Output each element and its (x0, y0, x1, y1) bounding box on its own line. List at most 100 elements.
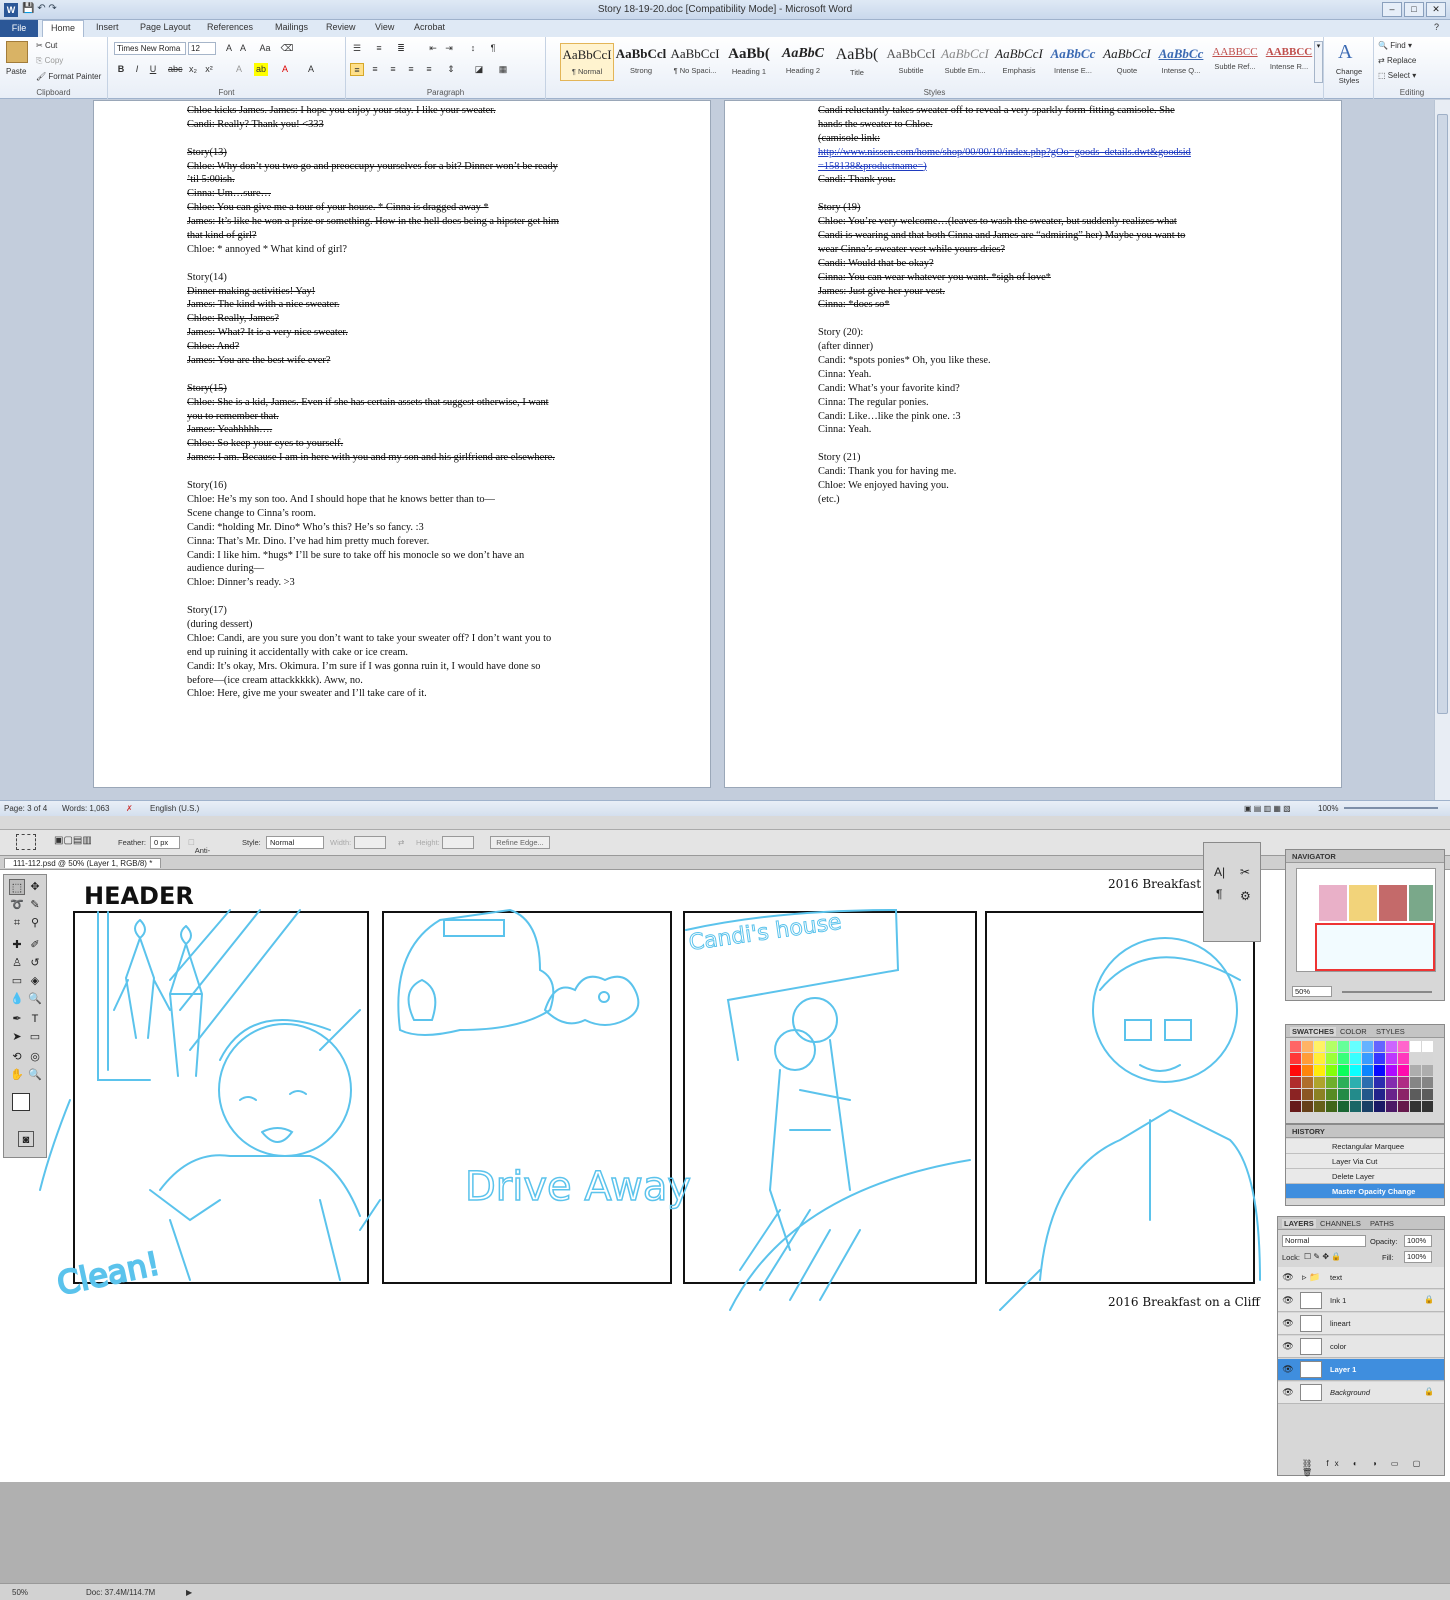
doc-line[interactable]: Chloe: And? (187, 340, 559, 354)
document-size[interactable]: Doc: 37.4M/114.7M (86, 1588, 155, 1597)
eraser-tool-icon[interactable]: ▭ (9, 973, 25, 989)
cut-button[interactable]: ✂ Cut (36, 41, 57, 50)
tab-page-layout[interactable]: Page Layout (140, 22, 191, 32)
color-swatch[interactable] (1362, 1077, 1373, 1088)
style-subtle-reference[interactable]: AABBCC Subtle Ref... (1208, 43, 1262, 81)
tab-file[interactable]: File (0, 20, 38, 37)
swatch-grid[interactable] (1290, 1041, 1436, 1119)
minimize-button[interactable]: – (1382, 2, 1402, 17)
foreground-color-swatch[interactable] (12, 1093, 30, 1111)
color-swatch[interactable] (1386, 1053, 1397, 1064)
tab-references[interactable]: References (207, 22, 253, 32)
color-swatch[interactable] (1350, 1065, 1361, 1076)
doc-line[interactable]: Chloe: So keep your eyes to yourself. (187, 437, 559, 451)
doc-line[interactable]: Chloe: Here, give me your sweater and I’… (187, 687, 559, 701)
color-swatch[interactable] (1422, 1089, 1433, 1100)
doc-line[interactable]: Chloe: Why don’t you two go and preoccup… (187, 160, 559, 174)
lasso-tool-icon[interactable]: ➰ (9, 897, 25, 913)
decrease-indent-icon[interactable]: ⇤ (426, 42, 440, 55)
layer-actions-icons[interactable]: ⛓ fx ◐ ◑ ▭ ▢ 🗑 (1302, 1459, 1444, 1477)
doc-line[interactable]: James: Just give her your vest. (818, 285, 1191, 299)
tools-preset-icon[interactable]: ✂ (1240, 865, 1250, 879)
navigator-zoom[interactable]: 50% (1292, 986, 1332, 997)
history-item[interactable]: Layer Via Cut (1286, 1154, 1444, 1169)
change-case-icon[interactable]: Aa (258, 42, 272, 55)
tab-styles[interactable]: STYLES (1376, 1027, 1405, 1036)
color-swatch[interactable] (1386, 1101, 1397, 1112)
doc-line[interactable]: James: I am. Because I am in here with y… (187, 451, 559, 465)
language[interactable]: English (U.S.) (150, 804, 199, 813)
doc-line[interactable]: before—(ice cream attackkkkk). Aww, no. (187, 674, 559, 688)
color-swatch[interactable] (1422, 1101, 1433, 1112)
color-swatch[interactable] (1362, 1065, 1373, 1076)
color-swatch[interactable] (1326, 1041, 1337, 1052)
document-area[interactable]: Chloe kicks James. James: I hope you enj… (0, 100, 1450, 800)
multilevel-list-icon[interactable]: ≣ (394, 42, 408, 55)
color-swatch[interactable] (1386, 1089, 1397, 1100)
color-swatch[interactable] (1422, 1041, 1433, 1052)
color-swatch[interactable] (1410, 1053, 1421, 1064)
doc-line[interactable] (818, 312, 1191, 326)
zoom-tool-icon[interactable]: 🔍 (27, 1067, 43, 1083)
blend-mode-select[interactable]: Normal (1282, 1235, 1366, 1247)
navigator-preview[interactable] (1296, 868, 1436, 972)
anti-alias-checkbox[interactable]: ☐ Anti-alias (188, 838, 210, 864)
tab-acrobat[interactable]: Acrobat (414, 22, 445, 32)
tab-channels[interactable]: CHANNELS (1320, 1219, 1361, 1228)
visibility-eye-icon[interactable]: 👁 (1282, 1363, 1294, 1375)
align-right-icon[interactable]: ≡ (386, 63, 400, 76)
doc-line[interactable]: Chloe: You can give me a tour of your ho… (187, 201, 559, 215)
italic-icon[interactable]: I (130, 63, 144, 76)
path-select-icon[interactable]: ➤ (9, 1029, 25, 1045)
layer-row[interactable]: 👁 Background 🔒 (1278, 1382, 1444, 1404)
brush-tool-icon[interactable]: ✐ (27, 937, 43, 953)
quick-mask-icon[interactable]: ◙ (18, 1131, 34, 1147)
color-swatch[interactable] (1410, 1041, 1421, 1052)
zoom-level[interactable]: 100% (1318, 804, 1338, 813)
color-swatch[interactable] (1398, 1065, 1409, 1076)
font-size-select[interactable]: 12 (188, 42, 216, 55)
doc-line[interactable] (187, 590, 559, 604)
page-left-text[interactable]: Chloe kicks James. James: I hope you enj… (187, 104, 559, 701)
doc-line[interactable]: http://www.nissen.com/home/shop/00/00/10… (818, 146, 1191, 160)
navigator-view-box[interactable] (1315, 923, 1435, 971)
doc-line[interactable]: Candi is wearing and that both Cinna and… (818, 229, 1191, 243)
change-styles-button[interactable]: Change Styles (1326, 67, 1372, 85)
color-swatch[interactable] (1410, 1101, 1421, 1112)
color-swatch[interactable] (1326, 1077, 1337, 1088)
color-swatch[interactable] (1350, 1089, 1361, 1100)
color-swatch[interactable] (1338, 1077, 1349, 1088)
doc-line[interactable] (187, 257, 559, 271)
shrink-font-icon[interactable]: A (236, 42, 250, 55)
color-swatch[interactable] (1314, 1101, 1325, 1112)
sort-icon[interactable]: ↕ (466, 42, 480, 55)
color-swatch[interactable] (1398, 1089, 1409, 1100)
doc-line[interactable]: wear Cinna’s sweater vest while yours dr… (818, 243, 1191, 257)
color-swatch[interactable] (1302, 1077, 1313, 1088)
shape-tool-icon[interactable]: ▭ (27, 1029, 43, 1045)
bold-icon[interactable]: B (114, 63, 128, 76)
copy-button[interactable]: ⎘ Copy (36, 56, 63, 66)
doc-line[interactable]: audience during— (187, 562, 559, 576)
style-intense-quote[interactable]: AaBbCc Intense Q... (1154, 43, 1208, 81)
style-normal[interactable]: AaBbCcI ¶ Normal (560, 43, 614, 81)
doc-line[interactable]: Candi: Really? Thank you! <333 (187, 118, 559, 132)
align-center-icon[interactable]: ≡ (368, 63, 382, 76)
doc-line[interactable]: Candi: I like him. *hugs* I’ll be sure t… (187, 549, 559, 563)
comic-page-sketch[interactable]: HEADER 2016 Breakfast 2016 Breakfast on … (0, 870, 1450, 1482)
word-count[interactable]: Words: 1,063 (62, 804, 109, 813)
color-swatch[interactable] (1302, 1053, 1313, 1064)
tab-home[interactable]: Home (42, 20, 85, 37)
color-swatch[interactable] (1314, 1065, 1325, 1076)
visibility-eye-icon[interactable]: 👁 (1282, 1294, 1294, 1306)
doc-line[interactable]: end up ruining it accidentally with cake… (187, 646, 559, 660)
shading-icon[interactable]: ◪ (472, 63, 486, 76)
color-swatch[interactable] (1302, 1041, 1313, 1052)
change-styles-icon[interactable]: A (1338, 41, 1352, 64)
brushes-panel-icon[interactable]: ⚙ (1240, 889, 1251, 903)
style-strong[interactable]: AaBbCcl Strong (614, 43, 668, 81)
doc-line[interactable]: Story(15) (187, 382, 559, 396)
tab-layers[interactable]: LAYERS (1282, 1219, 1316, 1228)
style-title[interactable]: AaBb(Title (830, 43, 884, 81)
color-swatch[interactable] (1314, 1053, 1325, 1064)
